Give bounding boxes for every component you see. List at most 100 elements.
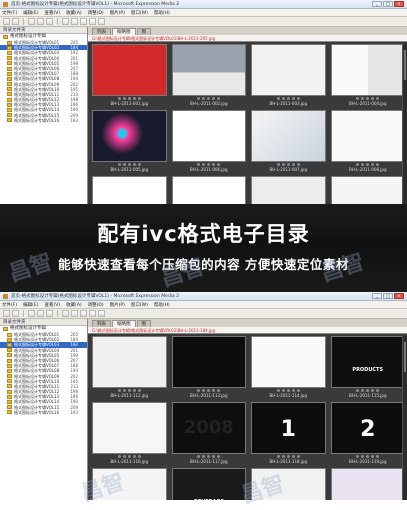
star-icon[interactable] (127, 97, 131, 100)
thumbnail-image[interactable] (92, 468, 167, 500)
thumbnail-image[interactable] (92, 336, 167, 388)
star-icon[interactable] (202, 97, 206, 100)
star-icon[interactable] (117, 97, 121, 100)
star-icon[interactable] (371, 163, 375, 166)
star-icon[interactable] (132, 455, 136, 458)
menu-picture[interactable]: 图片(P) (110, 302, 125, 308)
star-icon[interactable] (356, 163, 360, 166)
star-icon[interactable] (356, 97, 360, 100)
rotate-icon[interactable] (62, 18, 69, 25)
menu-edit[interactable]: 编辑(E) (23, 10, 38, 16)
star-icon[interactable] (207, 163, 211, 166)
scroll-thumb[interactable] (404, 342, 406, 372)
star-icon[interactable] (276, 97, 280, 100)
thumbnail-cell[interactable]: BH-L-2011-114.jpg (251, 336, 326, 399)
folder-icon[interactable] (37, 310, 44, 317)
back-icon[interactable] (3, 18, 10, 25)
star-icon[interactable] (117, 389, 121, 392)
thumbnail-cell[interactable]: BH-L-2011-011.jpg (251, 176, 326, 204)
star-icon[interactable] (197, 97, 201, 100)
star-icon[interactable] (212, 97, 216, 100)
thumbnail-cell[interactable]: COVERAGEBH-L-2011-121.jpg (171, 468, 246, 500)
star-icon[interactable] (122, 455, 126, 458)
folder-icon[interactable] (37, 18, 44, 25)
scrollbar[interactable] (402, 44, 407, 204)
star-icon[interactable] (202, 389, 206, 392)
tree-item[interactable]: 格式图标设计专辑VOL16 193 (0, 410, 87, 415)
star-icon[interactable] (132, 389, 136, 392)
star-icon[interactable] (212, 455, 216, 458)
thumbnail-cell[interactable]: BH-L-2011-122.jpg (251, 468, 326, 500)
print-icon[interactable] (80, 310, 87, 317)
star-icon[interactable] (217, 455, 221, 458)
thumbnail-image[interactable]: PRODUCTS (330, 336, 405, 388)
star-icon[interactable] (286, 97, 290, 100)
star-icon[interactable] (371, 97, 375, 100)
thumbnail-image[interactable] (92, 44, 167, 96)
star-icon[interactable] (356, 455, 360, 458)
star-icon[interactable] (361, 97, 365, 100)
star-icon[interactable] (137, 97, 141, 100)
thumbnail-cell[interactable]: BH-L-2011-006.jpg (171, 110, 246, 173)
thumbnail-cell[interactable]: BH-L-2011-007.jpg (251, 110, 326, 173)
zoom-icon[interactable] (98, 310, 105, 317)
scroll-thumb[interactable] (404, 50, 406, 80)
menu-help[interactable]: 帮助(H) (154, 10, 170, 16)
menu-favorites[interactable]: 收藏(A) (66, 10, 82, 16)
thumbnail-cell[interactable]: BH-L-2011-120.jpg (92, 468, 167, 500)
star-icon[interactable] (296, 97, 300, 100)
thumbnail-image[interactable]: 2008 (171, 402, 246, 454)
thumbnail-image[interactable] (251, 44, 326, 96)
thumbnail-image[interactable] (92, 402, 167, 454)
rotate-icon[interactable] (62, 310, 69, 317)
search-icon[interactable] (89, 310, 96, 317)
star-icon[interactable] (122, 389, 126, 392)
minimize-button[interactable]: _ (372, 1, 382, 7)
thumbnail-cell[interactable]: BH-L-2011-002.jpg (171, 44, 246, 107)
star-icon[interactable] (276, 455, 280, 458)
menu-file[interactable]: 文件(F) (2, 10, 17, 16)
star-icon[interactable] (217, 389, 221, 392)
thumbnail-cell[interactable]: BH-L-2011-112.jpg (92, 336, 167, 399)
print-icon[interactable] (80, 18, 87, 25)
star-icon[interactable] (366, 163, 370, 166)
star-icon[interactable] (127, 455, 131, 458)
close-button[interactable]: × (394, 293, 404, 299)
star-icon[interactable] (291, 389, 295, 392)
star-icon[interactable] (281, 389, 285, 392)
tab-image[interactable]: 图 (136, 320, 151, 327)
thumbnail-cell[interactable]: PRODUCTS BH-L-2011-115.jpg (330, 336, 405, 399)
thumbnail-cell[interactable]: 1 BH-L-2011-118.jpg (251, 402, 326, 465)
thumbnail-image[interactable] (251, 176, 326, 204)
thumbnail-image[interactable] (171, 44, 246, 96)
star-icon[interactable] (291, 163, 295, 166)
star-icon[interactable] (356, 389, 360, 392)
thumbnail-cell[interactable]: BH-L-2011-005.jpg (92, 110, 167, 173)
star-icon[interactable] (132, 97, 136, 100)
star-icon[interactable] (122, 163, 126, 166)
thumbnail-cell[interactable]: 2 BH-L-2011-119.jpg (330, 402, 405, 465)
menu-view[interactable]: 查看(V) (44, 10, 60, 16)
star-icon[interactable] (296, 389, 300, 392)
thumbnail-image[interactable] (92, 176, 167, 204)
save-icon[interactable] (46, 18, 53, 25)
star-icon[interactable] (286, 389, 290, 392)
thumbnail-image[interactable] (92, 110, 167, 162)
star-icon[interactable] (376, 163, 380, 166)
star-icon[interactable] (361, 163, 365, 166)
back-icon[interactable] (3, 310, 10, 317)
slideshow-icon[interactable] (71, 18, 78, 25)
tab-list[interactable]: 列表 (92, 28, 111, 35)
star-icon[interactable] (291, 97, 295, 100)
star-icon[interactable] (127, 163, 131, 166)
forward-icon[interactable] (12, 310, 19, 317)
search-icon[interactable] (89, 18, 96, 25)
thumbnail-image[interactable]: COVERAGE (171, 468, 246, 500)
tab-thumbnails[interactable]: 缩略图 (112, 28, 136, 35)
thumbnail-cell[interactable]: BH-L-2011-012.jpg (330, 176, 405, 204)
star-icon[interactable] (197, 163, 201, 166)
star-icon[interactable] (212, 163, 216, 166)
tab-list[interactable]: 列表 (92, 320, 111, 327)
menu-window[interactable]: 窗口(W) (131, 10, 148, 16)
star-icon[interactable] (117, 163, 121, 166)
